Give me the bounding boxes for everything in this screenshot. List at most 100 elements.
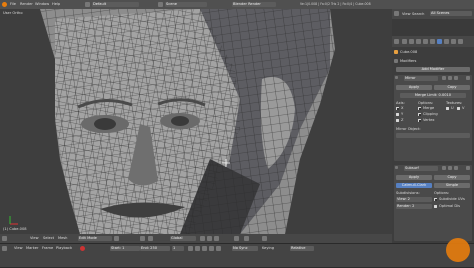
merge-limit-field[interactable]: Merge Limit: 0.0010 [400,93,466,98]
optimal-display-checkbox[interactable] [434,205,437,208]
outliner-editor-icon[interactable] [394,11,399,16]
sync-dropdown[interactable]: No Sync [232,246,258,251]
properties-editor-icon[interactable] [394,39,399,44]
prev-key-icon[interactable] [195,246,200,251]
render-tab-icon[interactable] [402,39,407,44]
next-key-icon[interactable] [209,246,214,251]
current-frame-field[interactable]: 1 [172,246,184,251]
texture-u-checkbox[interactable] [446,107,449,110]
scene-icon[interactable] [158,2,163,7]
render-toggle-icon[interactable] [442,76,446,80]
timeline-playback[interactable]: Playback [56,246,72,250]
keying-set-field[interactable]: Relative [290,246,314,251]
render-toggle-icon[interactable] [442,166,446,170]
end-frame-field[interactable]: End: 250 [140,246,170,251]
timeline-marker[interactable]: Marker [26,246,38,250]
data-tab-icon[interactable] [444,39,449,44]
menu-file[interactable]: File [10,2,16,6]
view-levels-field[interactable]: View: 2 [396,197,432,202]
axis-x-label: X [401,106,404,110]
start-frame-field[interactable]: Start: 1 [110,246,140,251]
axis-y-checkbox[interactable] [396,113,399,116]
clipping-checkbox[interactable] [418,113,421,116]
outliner-body[interactable] [392,19,474,36]
timeline-frame[interactable]: Frame [42,246,53,250]
snap-icon[interactable] [244,236,249,241]
world-tab-icon[interactable] [416,39,421,44]
timeline-view[interactable]: View [14,246,23,250]
menu-window[interactable]: Window [35,2,49,6]
editor-type-icon[interactable] [2,236,7,241]
merge-checkbox[interactable] [418,107,421,110]
mirror-apply-button[interactable]: Apply [396,85,432,90]
outliner-search[interactable]: Search [412,12,424,16]
menu-render[interactable]: Render [20,2,33,6]
viewport-toggle-icon[interactable] [448,76,452,80]
scene-field[interactable]: Scene [165,2,207,7]
collapse-icon[interactable] [395,76,398,79]
mode-dropdown[interactable]: Edit Mode [78,236,112,241]
axis-y-label: Y [401,112,404,116]
menu-select[interactable]: Select [43,236,54,240]
vertex-checkbox[interactable] [418,119,421,122]
outliner-view[interactable]: View [402,12,411,16]
object-tab-icon[interactable] [423,39,428,44]
vertex-label: Vertex [423,118,435,122]
editmode-toggle-icon[interactable] [454,76,458,80]
constraints-tab-icon[interactable] [430,39,435,44]
texture-tab-icon[interactable] [458,39,463,44]
subdivide-uvs-checkbox[interactable] [434,198,437,201]
proportional-icon[interactable] [234,236,239,241]
properties-body: Cube.008 Modifiers Add Modifier Mirror A… [392,47,474,243]
material-tab-icon[interactable] [451,39,456,44]
subsurf-options-label: Options: [434,191,450,195]
vertex-select-icon[interactable] [200,236,205,241]
screen-layout-icon[interactable] [85,2,90,7]
head-mesh-render [0,9,392,234]
options-label: Options: [418,101,434,105]
collapse-icon[interactable] [395,166,398,169]
mirror-name-field[interactable]: Mirror [404,76,438,81]
optimal-display-label: Optimal Dis [439,204,460,208]
viewport-toggle-icon[interactable] [448,166,452,170]
menu-mesh[interactable]: Mesh [58,236,67,240]
timeline-editor-icon[interactable] [2,246,7,251]
jump-end-icon[interactable] [216,246,221,251]
outliner-scenes-field[interactable]: All Scenes [430,11,472,16]
render-levels-field[interactable]: Render: 2 [396,204,432,209]
pivot-icon[interactable] [140,236,145,241]
catmull-clark-button[interactable]: Catmull-Clark [396,183,432,188]
manipulator-icon[interactable] [148,236,153,241]
scene-tab-icon[interactable] [409,39,414,44]
editmode-toggle-icon[interactable] [454,166,458,170]
add-modifier-button[interactable]: Add Modifier [396,67,470,72]
blender-logo-icon[interactable] [2,2,7,7]
jump-start-icon[interactable] [188,246,193,251]
subsurf-copy-button[interactable]: Copy [434,175,470,180]
edge-select-icon[interactable] [207,236,212,241]
close-icon[interactable] [466,166,470,170]
modifiers-tab-icon[interactable] [437,39,442,44]
close-icon[interactable] [466,76,470,80]
3d-viewport[interactable]: User Ortho (1) Cube.008 [0,9,392,234]
orientation-dropdown[interactable]: Global [170,236,196,241]
object-label: (1) Cube.008 [3,227,27,231]
axis-label: Axis: [396,101,405,105]
simple-button[interactable]: Simple [434,183,470,188]
texture-v-checkbox[interactable] [457,107,460,110]
render-icon[interactable] [262,236,267,241]
subsurf-name-field[interactable]: Subsurf [404,166,438,171]
subsurf-apply-button[interactable]: Apply [396,175,432,180]
axis-x-checkbox[interactable] [396,107,399,110]
render-engine-field[interactable]: Blender Render [232,2,276,7]
shading-icon[interactable] [114,236,119,241]
axis-z-checkbox[interactable] [396,119,399,122]
mirror-copy-button[interactable]: Copy [434,85,470,90]
face-select-icon[interactable] [214,236,219,241]
menu-view[interactable]: View [30,236,39,240]
mirror-object-field[interactable] [396,133,470,138]
layout-field[interactable]: Default [92,2,139,7]
menu-help[interactable]: Help [52,2,60,6]
record-icon[interactable] [80,246,85,251]
play-icon[interactable] [202,246,207,251]
